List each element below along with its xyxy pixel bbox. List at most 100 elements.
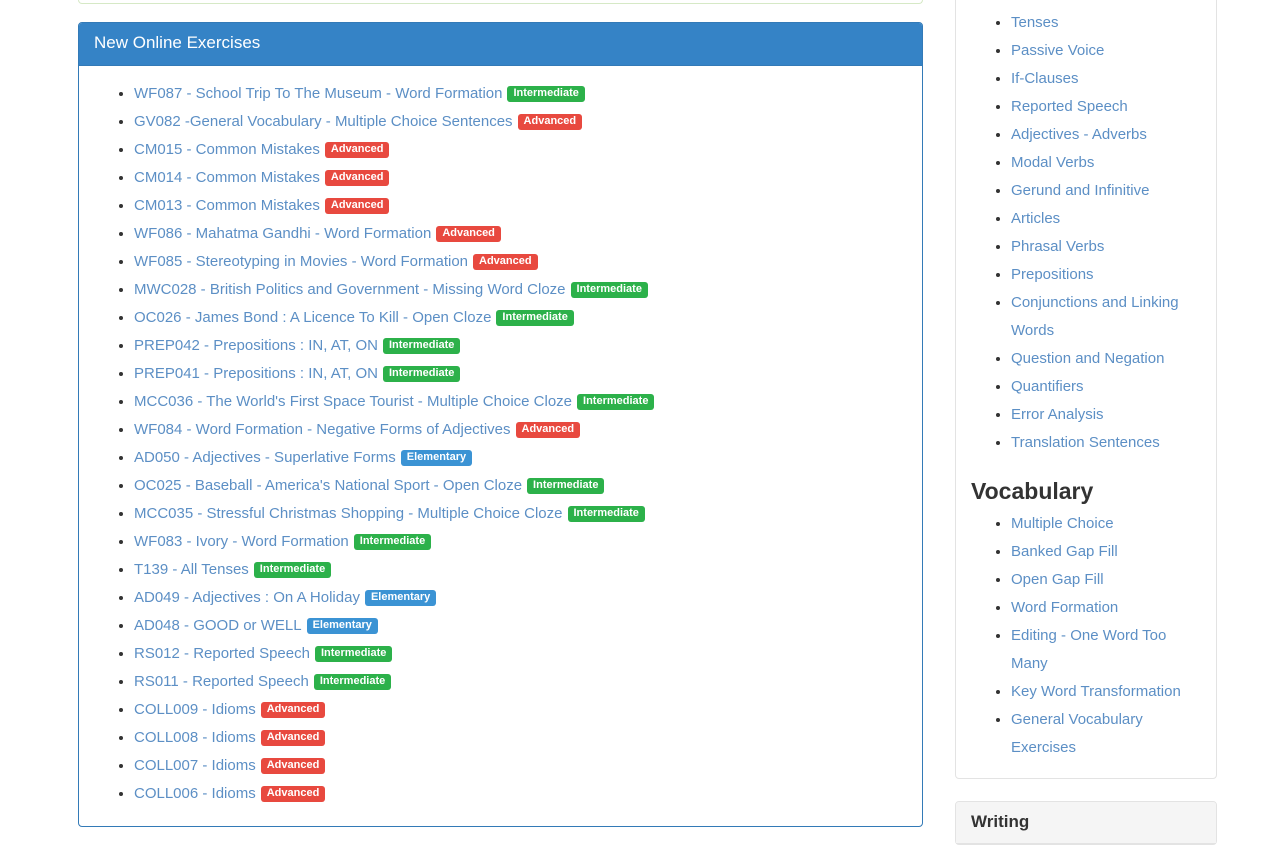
- list-item: CM015 - Common MistakesAdvanced: [134, 136, 907, 164]
- grammar-item-link[interactable]: Articles: [1011, 210, 1060, 227]
- exercise-link[interactable]: PREP041 - Prepositions : IN, AT, ON: [134, 365, 378, 382]
- list-item: COLL007 - Idioms Advanced: [134, 752, 907, 780]
- panel-body: WF087 - School Trip To The Museum - Word…: [79, 66, 922, 826]
- level-badge: Advanced: [516, 422, 581, 438]
- list-item: Quantifiers: [1011, 373, 1201, 401]
- exercise-link[interactable]: WF083 - Ivory - Word Formation: [134, 533, 349, 550]
- list-item: AD050 - Adjectives - Superlative FormsEl…: [134, 444, 907, 472]
- level-badge: Advanced: [261, 702, 326, 718]
- grammar-item-link[interactable]: Passive Voice: [1011, 42, 1104, 59]
- exercise-link[interactable]: OC025 - Baseball - America's National Sp…: [134, 477, 522, 494]
- grammar-item-link[interactable]: Conjunctions and Linking Words: [1011, 294, 1179, 339]
- right-sidebar: Grammar Tenses Passive Voice If-Clauses Rep…: [955, 0, 1217, 867]
- list-item: RS011 - Reported Speech Intermediate: [134, 668, 907, 696]
- grammar-item-link[interactable]: If-Clauses: [1011, 70, 1079, 87]
- exercise-link[interactable]: COLL009 - Idioms: [134, 701, 256, 718]
- vocabulary-item-link[interactable]: Key Word Transformation: [1011, 683, 1181, 700]
- list-item: AD049 - Adjectives : On A HolidayElement…: [134, 584, 907, 612]
- grammar-item-link[interactable]: Adjectives - Adverbs: [1011, 126, 1147, 143]
- grammar-item-link[interactable]: Quantifiers: [1011, 378, 1084, 395]
- exercise-link[interactable]: COLL007 - Idioms: [134, 757, 256, 774]
- exercise-list: WF087 - School Trip To The Museum - Word…: [94, 80, 907, 808]
- exercise-link[interactable]: T139 - All Tenses: [134, 561, 249, 578]
- exercise-link[interactable]: WF087 - School Trip To The Museum - Word…: [134, 85, 502, 102]
- writing-heading: Writing: [971, 813, 1201, 832]
- list-item: PREP042 - Prepositions : IN, AT, ONInter…: [134, 332, 907, 360]
- exercise-link[interactable]: WF085 - Stereotyping in Movies - Word Fo…: [134, 253, 468, 270]
- exercise-link[interactable]: COLL006 - Idioms: [134, 785, 256, 802]
- level-badge: Advanced: [473, 254, 538, 270]
- list-item: WF087 - School Trip To The Museum - Word…: [134, 80, 907, 108]
- level-badge: Intermediate: [383, 366, 460, 382]
- list-item: CM013 - Common MistakesAdvanced: [134, 192, 907, 220]
- list-item: T139 - All Tenses Intermediate: [134, 556, 907, 584]
- list-item: CM014 - Common Mistakes Advanced: [134, 164, 907, 192]
- exercise-link[interactable]: COLL008 - Idioms: [134, 729, 256, 746]
- list-item: MCC036 - The World's First Space Tourist…: [134, 388, 907, 416]
- exercise-link[interactable]: MCC035 - Stressful Christmas Shopping - …: [134, 505, 563, 522]
- grammar-item-link[interactable]: Translation Sentences: [1011, 434, 1160, 451]
- exercise-link[interactable]: OC026 - James Bond : A Licence To Kill -…: [134, 309, 491, 326]
- exercise-link[interactable]: RS011 - Reported Speech: [134, 673, 309, 690]
- grammar-item-link[interactable]: Reported Speech: [1011, 98, 1128, 115]
- exercise-link[interactable]: GV082 -General Vocabulary - Multiple Cho…: [134, 113, 513, 130]
- level-badge: Advanced: [518, 114, 583, 130]
- list-item: Reported Speech: [1011, 93, 1201, 121]
- level-badge: Advanced: [261, 758, 326, 774]
- writing-panel-header: Writing: [956, 802, 1216, 845]
- list-item: Translation Sentences: [1011, 429, 1201, 457]
- panel-header: New Online Exercises: [79, 23, 922, 66]
- level-badge: Intermediate: [315, 646, 392, 662]
- list-item: COLL006 - Idioms Advanced: [134, 780, 907, 808]
- list-item: Banked Gap Fill: [1011, 538, 1201, 566]
- exercise-link[interactable]: WF084 - Word Formation - Negative Forms …: [134, 421, 511, 438]
- exercise-link[interactable]: WF086 - Mahatma Gandhi - Word Formation: [134, 225, 431, 242]
- list-item: WF085 - Stereotyping in Movies - Word Fo…: [134, 248, 907, 276]
- vocabulary-list: Multiple Choice Banked Gap Fill Open Gap F…: [971, 510, 1201, 762]
- vocabulary-item-link[interactable]: Multiple Choice: [1011, 515, 1114, 532]
- vocabulary-item-link[interactable]: Word Formation: [1011, 599, 1118, 616]
- list-item: Conjunctions and Linking Words: [1011, 289, 1201, 345]
- list-item: COLL009 - Idioms Advanced: [134, 696, 907, 724]
- exercise-link[interactable]: AD048 - GOOD or WELL: [134, 617, 302, 634]
- grammar-vocabulary-body: Grammar Tenses Passive Voice If-Clauses Rep…: [956, 0, 1216, 778]
- list-item: Question and Negation: [1011, 345, 1201, 373]
- vocabulary-item-link[interactable]: Banked Gap Fill: [1011, 543, 1118, 560]
- exercise-link[interactable]: CM015 - Common Mistakes: [134, 141, 320, 158]
- level-badge: Intermediate: [496, 310, 573, 326]
- list-item: Tenses: [1011, 9, 1201, 37]
- grammar-item-link[interactable]: Phrasal Verbs: [1011, 238, 1104, 255]
- grammar-heading: Grammar: [971, 0, 1201, 5]
- list-item: COLL008 - IdiomsAdvanced: [134, 724, 907, 752]
- level-badge: Advanced: [261, 786, 326, 802]
- grammar-item-link[interactable]: Error Analysis: [1011, 406, 1104, 423]
- grammar-item-link[interactable]: Question and Negation: [1011, 350, 1164, 367]
- list-item: WF084 - Word Formation - Negative Forms …: [134, 416, 907, 444]
- level-badge: Intermediate: [568, 506, 645, 522]
- vocabulary-item-link[interactable]: Open Gap Fill: [1011, 571, 1104, 588]
- grammar-list: Tenses Passive Voice If-Clauses Reported Sp…: [971, 9, 1201, 457]
- grammar-item-link[interactable]: Gerund and Infinitive: [1011, 182, 1149, 199]
- vocabulary-item-link[interactable]: Editing - One Word Too Many: [1011, 627, 1166, 672]
- level-badge: Intermediate: [314, 674, 391, 690]
- list-item: Word Formation: [1011, 594, 1201, 622]
- list-item: WF086 - Mahatma Gandhi - Word FormationA…: [134, 220, 907, 248]
- exercise-link[interactable]: MCC036 - The World's First Space Tourist…: [134, 393, 572, 410]
- exercise-link[interactable]: CM013 - Common Mistakes: [134, 197, 320, 214]
- exercise-link[interactable]: CM014 - Common Mistakes: [134, 169, 320, 186]
- vocabulary-item-link[interactable]: General Vocabulary Exercises: [1011, 711, 1143, 756]
- list-item: GV082 -General Vocabulary - Multiple Cho…: [134, 108, 907, 136]
- previous-panel-bottom-edge: [78, 0, 923, 4]
- grammar-vocabulary-panel: Grammar Tenses Passive Voice If-Clauses Rep…: [955, 0, 1217, 779]
- level-badge: Advanced: [325, 170, 390, 186]
- exercise-link[interactable]: RS012 - Reported Speech: [134, 645, 310, 662]
- exercise-link[interactable]: MWC028 - British Politics and Government…: [134, 281, 566, 298]
- exercise-link[interactable]: AD049 - Adjectives : On A Holiday: [134, 589, 360, 606]
- grammar-item-link[interactable]: Prepositions: [1011, 266, 1094, 283]
- grammar-item-link[interactable]: Tenses: [1011, 14, 1059, 31]
- list-item: Open Gap Fill: [1011, 566, 1201, 594]
- exercise-link[interactable]: AD050 - Adjectives - Superlative Forms: [134, 449, 396, 466]
- grammar-item-link[interactable]: Modal Verbs: [1011, 154, 1094, 171]
- level-badge: Intermediate: [254, 562, 331, 578]
- exercise-link[interactable]: PREP042 - Prepositions : IN, AT, ON: [134, 337, 378, 354]
